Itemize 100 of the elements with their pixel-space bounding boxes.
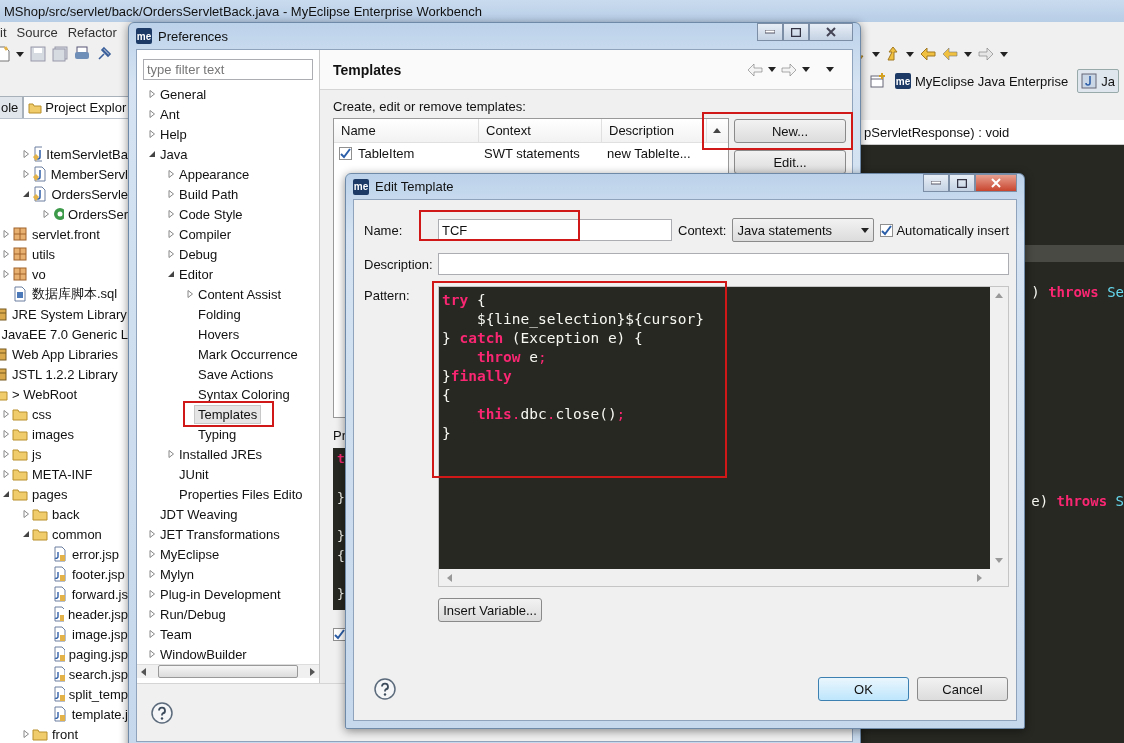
expand-arrow-icon[interactable]: [2, 230, 10, 238]
tree-item[interactable]: Ant: [156, 104, 184, 124]
dropdown-caret-icon[interactable]: [964, 51, 972, 57]
scrollbar[interactable]: [137, 664, 319, 678]
tree-item[interactable]: OrdersSer: [68, 206, 128, 222]
pin-icon[interactable]: [96, 46, 112, 62]
pattern-editor[interactable]: try { ${line_selection}${cursor} } catch (Exception e) { throw e; }finally { this.dbc.close(); }: [438, 286, 1010, 587]
expand-arrow-icon[interactable]: [167, 170, 175, 178]
expand-arrow-icon[interactable]: [148, 610, 156, 618]
cancel-button[interactable]: Cancel: [917, 677, 1008, 701]
dropdown-caret-icon[interactable]: [906, 51, 914, 57]
tree-item[interactable]: Templates: [194, 404, 262, 424]
collapse-arrow-icon[interactable]: [167, 270, 175, 278]
filter-field[interactable]: type filter text: [143, 59, 313, 80]
menu-item[interactable]: Refactor: [67, 24, 117, 40]
help-icon[interactable]: [151, 701, 173, 724]
tree-item[interactable]: back: [52, 506, 80, 522]
scroll-left-icon[interactable]: [141, 667, 147, 676]
view-tab[interactable]: ole: [0, 96, 24, 118]
tree-item[interactable]: common: [52, 526, 102, 542]
expand-arrow-icon[interactable]: [167, 250, 175, 258]
expand-arrow-icon[interactable]: [2, 250, 10, 258]
collapse-arrow-icon[interactable]: [148, 150, 156, 158]
tree-item[interactable]: Editor: [175, 264, 217, 284]
tree-item[interactable]: Hovers: [194, 324, 244, 344]
back-arrow-icon[interactable]: [747, 62, 763, 77]
tree-item[interactable]: Code Style: [175, 204, 247, 224]
column-header[interactable]: Name: [334, 119, 479, 142]
expand-arrow-icon[interactable]: [2, 450, 10, 458]
menu-item[interactable]: Source: [16, 24, 58, 40]
tree-item[interactable]: Build Path: [175, 184, 243, 204]
tree-item[interactable]: Content Assist: [194, 284, 286, 304]
view-tab[interactable]: Project Explor: [23, 96, 128, 118]
help-icon[interactable]: [374, 678, 396, 700]
tree-item[interactable]: vo: [32, 266, 46, 282]
collapse-arrow-icon[interactable]: [22, 530, 30, 538]
save-all-icon[interactable]: [52, 46, 68, 62]
tree-item[interactable]: image.jsp: [72, 626, 128, 642]
tree-item[interactable]: Plug-in Development: [156, 584, 285, 604]
tree-item[interactable]: forward.js: [71, 586, 128, 602]
tree-item[interactable]: header.jsp: [68, 606, 128, 622]
tree-item[interactable]: Appearance: [175, 164, 254, 184]
expand-arrow-icon[interactable]: [2, 430, 10, 438]
tree-item[interactable]: search.jsp: [68, 666, 128, 682]
tree-item[interactable]: ItemServletBa: [46, 146, 128, 162]
tree-item[interactable]: images: [32, 426, 74, 442]
tree-item[interactable]: Web App Libraries: [12, 346, 118, 362]
tree-item[interactable]: META-INF: [32, 466, 93, 482]
expand-arrow-icon[interactable]: [2, 470, 10, 478]
tree-item[interactable]: Java: [156, 144, 192, 164]
tree-item[interactable]: template.j: [71, 706, 128, 722]
tree-item[interactable]: css: [32, 406, 52, 422]
expand-arrow-icon[interactable]: [42, 210, 50, 218]
dropdown-caret-icon[interactable]: [1000, 51, 1008, 57]
tree-item[interactable]: JSTL 1.2.2 Library: [12, 366, 118, 382]
view-menu-icon[interactable]: [826, 67, 834, 72]
expand-arrow-icon[interactable]: [148, 630, 156, 638]
expand-arrow-icon[interactable]: [148, 650, 156, 658]
expand-arrow-icon[interactable]: [167, 450, 175, 458]
tree-item[interactable]: JavaEE 7.0 Generic L: [1, 326, 128, 342]
expand-arrow-icon[interactable]: [22, 510, 30, 518]
print-icon[interactable]: [74, 46, 90, 62]
expand-arrow-icon[interactable]: [167, 230, 175, 238]
dropdown-caret-icon[interactable]: [802, 67, 810, 72]
tree-item[interactable]: WindowBuilder: [156, 644, 251, 664]
tree-item[interactable]: Compiler: [175, 224, 235, 244]
checkbox[interactable]: [339, 147, 352, 160]
dialog-button[interactable]: Edit...: [734, 150, 846, 174]
expand-arrow-icon[interactable]: [148, 570, 156, 578]
tree-item[interactable]: JUnit: [175, 464, 213, 484]
maximize-button[interactable]: [783, 23, 809, 41]
tree-item[interactable]: MyEclipse: [156, 544, 224, 564]
tree-item[interactable]: Help: [156, 124, 191, 144]
column-header[interactable]: Context: [479, 119, 602, 142]
expand-arrow-icon[interactable]: [148, 110, 156, 118]
tree-item[interactable]: front: [52, 726, 78, 742]
tree-item[interactable]: Syntax Coloring: [194, 384, 294, 404]
tree-item[interactable]: JET Transformations: [156, 524, 284, 544]
tree-item[interactable]: Installed JREs: [175, 444, 267, 464]
tree-item[interactable]: Save Actions: [194, 364, 278, 384]
column-header[interactable]: Description: [602, 119, 707, 142]
dropdown-caret-icon[interactable]: [16, 51, 24, 57]
tree-item[interactable]: OrdersServle: [51, 186, 128, 202]
tree-item[interactable]: js: [32, 446, 42, 462]
checkbox[interactable]: [880, 223, 894, 237]
tree-item[interactable]: Mylyn: [156, 564, 198, 584]
perspective-button[interactable]: me MyEclipse Java Enterprise: [891, 69, 1073, 93]
expand-arrow-icon[interactable]: [22, 730, 30, 738]
tree-item[interactable]: Mark Occurrence: [194, 344, 302, 364]
tree-item[interactable]: JDT Weaving: [156, 504, 242, 524]
name-field[interactable]: TCF: [438, 219, 672, 241]
expand-arrow-icon[interactable]: [148, 130, 156, 138]
expand-arrow-icon[interactable]: [167, 190, 175, 198]
close-button[interactable]: [809, 23, 853, 41]
tree-item[interactable]: General: [156, 84, 211, 104]
open-perspective-icon[interactable]: [870, 73, 886, 89]
dialog-button[interactable]: New...: [734, 119, 846, 143]
context-dropdown[interactable]: Java statements: [732, 218, 875, 242]
tree-item[interactable]: utils: [32, 246, 56, 262]
tree-item[interactable]: footer.jsp: [72, 566, 125, 582]
